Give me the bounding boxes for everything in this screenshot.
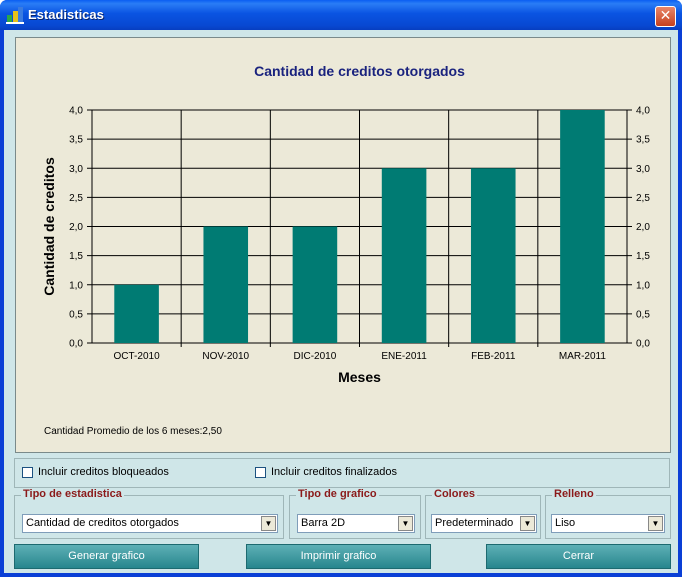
chart-title: Cantidad de creditos otorgados xyxy=(254,63,465,79)
colors-group: Colores Predeterminado ▼ xyxy=(425,488,541,539)
stat-type-value: Cantidad de creditos otorgados xyxy=(26,517,179,529)
close-button[interactable]: Cerrar xyxy=(486,544,671,569)
include-finished-label: Incluir creditos finalizados xyxy=(271,466,397,478)
y-axis-label: Cantidad de creditos xyxy=(41,157,57,296)
chevron-down-icon[interactable]: ▼ xyxy=(648,516,663,531)
colors-select[interactable]: Predeterminado ▼ xyxy=(431,514,537,533)
y-tick-label-right: 2,5 xyxy=(636,193,650,204)
y-tick-label-left: 4,0 xyxy=(69,106,83,117)
close-window-button[interactable]: ✕ xyxy=(655,6,676,27)
y-tick-label-right: 4,0 xyxy=(636,106,650,117)
y-tick-label-right: 1,0 xyxy=(636,280,650,291)
y-tick-label-left: 2,5 xyxy=(69,193,83,204)
x-tick-label: ENE-2011 xyxy=(381,351,427,362)
stat-type-select[interactable]: Cantidad de creditos otorgados ▼ xyxy=(22,514,278,533)
app-icon xyxy=(6,7,24,24)
generate-chart-button[interactable]: Generar grafico xyxy=(14,544,199,569)
chart-type-legend: Tipo de grafico xyxy=(296,488,379,500)
chevron-down-icon[interactable]: ▼ xyxy=(520,516,535,531)
y-tick-label-left: 2,0 xyxy=(69,222,83,233)
bar xyxy=(203,226,249,343)
y-tick-label-left: 3,0 xyxy=(69,164,83,175)
stat-type-group: Tipo de estadistica Cantidad de creditos… xyxy=(14,488,284,539)
y-tick-label-right: 2,0 xyxy=(636,222,650,233)
y-tick-label-right: 3,0 xyxy=(636,164,650,175)
chart-type-value: Barra 2D xyxy=(301,517,346,529)
bar xyxy=(560,110,605,343)
bar xyxy=(114,284,159,343)
x-tick-label: NOV-2010 xyxy=(202,351,249,362)
x-tick-label: OCT-2010 xyxy=(114,351,161,362)
x-axis-label: Meses xyxy=(338,369,381,385)
chart-type-group: Tipo de grafico Barra 2D ▼ xyxy=(289,488,421,539)
average-text: Cantidad Promedio de los 6 meses:2,50 xyxy=(44,426,222,437)
bar-chart: Cantidad de creditos otorgados 0,0 0,0 0,5 0… xyxy=(41,63,650,385)
chevron-down-icon[interactable]: ▼ xyxy=(398,516,413,531)
y-tick-label-right: 3,5 xyxy=(636,135,650,146)
checkbox-box[interactable] xyxy=(22,466,33,478)
x-tick-label: MAR-2011 xyxy=(559,351,606,362)
checkbox-box[interactable] xyxy=(255,466,266,478)
include-blocked-label: Incluir creditos bloqueados xyxy=(38,466,169,478)
bar xyxy=(292,226,338,343)
fill-select[interactable]: Liso ▼ xyxy=(551,514,665,533)
window-title: Estadisticas xyxy=(28,7,104,22)
y-tick-label-right: 0,5 xyxy=(636,309,650,320)
chart-type-select[interactable]: Barra 2D ▼ xyxy=(297,514,415,533)
y-tick-label-left: 1,5 xyxy=(69,251,83,262)
colors-legend: Colores xyxy=(432,488,477,500)
y-tick-label-left: 3,5 xyxy=(69,135,83,146)
bar xyxy=(381,168,427,343)
y-tick-label-left: 0,0 xyxy=(69,339,83,350)
y-tick-label-left: 1,0 xyxy=(69,280,83,291)
title-bar[interactable]: Estadisticas ✕ xyxy=(0,0,682,30)
print-chart-button[interactable]: Imprimir grafico xyxy=(246,544,431,569)
include-blocked-checkbox[interactable]: Incluir creditos bloqueados xyxy=(22,466,169,478)
bar xyxy=(470,168,516,343)
fill-value: Liso xyxy=(555,517,576,529)
fill-group: Relleno Liso ▼ xyxy=(545,488,671,539)
client-area: Cantidad de creditos otorgados 0,0 0,0 0,5 0… xyxy=(4,30,678,573)
fill-legend: Relleno xyxy=(552,488,596,500)
colors-value: Predeterminado xyxy=(435,517,514,529)
y-tick-label-right: 1,5 xyxy=(636,251,650,262)
options-panel: Incluir creditos bloqueados Incluir cred… xyxy=(14,458,670,488)
statistics-window: Estadisticas ✕ Cantidad de creditos otor… xyxy=(0,0,682,577)
y-tick-label-right: 0,0 xyxy=(636,339,650,350)
y-tick-label-left: 0,5 xyxy=(69,309,83,320)
x-tick-label: DIC-2010 xyxy=(294,351,337,362)
x-tick-label: FEB-2011 xyxy=(471,351,516,362)
chevron-down-icon[interactable]: ▼ xyxy=(261,516,276,531)
chart-panel: Cantidad de creditos otorgados 0,0 0,0 0,5 0… xyxy=(15,37,671,453)
stat-type-legend: Tipo de estadistica xyxy=(21,488,124,500)
include-finished-checkbox[interactable]: Incluir creditos finalizados xyxy=(255,466,397,478)
